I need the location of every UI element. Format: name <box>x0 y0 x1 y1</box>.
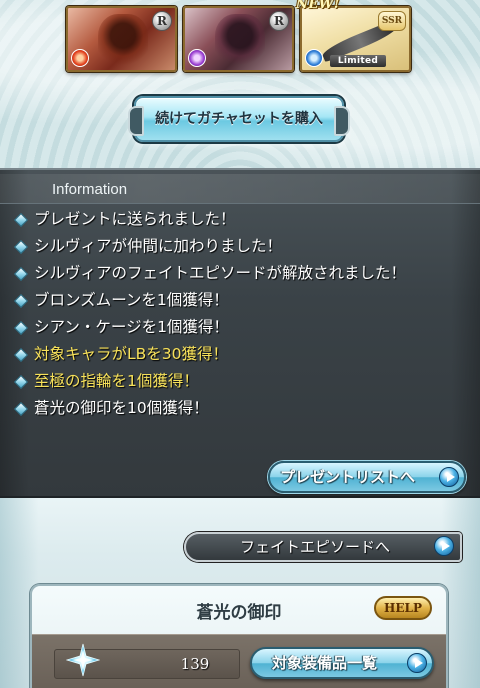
information-panel: Information プレゼントに送られました！ シルヴィアが仲間に加わりまし… <box>0 168 480 498</box>
play-arrow-icon <box>439 467 459 487</box>
info-message: シルヴィアのフェイトエピソードが解放されました！ <box>13 260 454 287</box>
water-element-icon <box>305 49 323 67</box>
info-message-highlight: 対象キャラがLBを30獲得！ <box>13 341 454 368</box>
info-message: 蒼光の御印を10個獲得！ <box>13 395 454 422</box>
play-arrow-icon <box>407 653 427 673</box>
fire-element-icon <box>71 49 89 67</box>
play-arrow-icon <box>434 536 454 556</box>
target-equipment-list-label: 対象装備品一覧 <box>272 654 378 672</box>
info-message-text: 至極の指輪を1個獲得！ <box>34 372 199 390</box>
gacha-card[interactable]: R <box>66 6 177 72</box>
target-equipment-list-button[interactable]: 対象装備品一覧 <box>250 647 434 679</box>
help-button[interactable]: HELP <box>374 596 432 620</box>
diamond-bullet-icon <box>13 401 29 417</box>
info-message-text: シアン・ケージを1個獲得！ <box>34 318 229 336</box>
info-message-text: 蒼光の御印を10個獲得！ <box>34 399 209 417</box>
diamond-bullet-icon <box>13 239 29 255</box>
information-title: Information <box>52 181 128 198</box>
character-art <box>215 14 265 68</box>
fate-episode-label: フェイトエピソードへ <box>240 538 391 556</box>
info-message: プレゼントに送られました！ <box>13 206 454 233</box>
info-message: シアン・ケージを1個獲得！ <box>13 314 454 341</box>
diamond-bullet-icon <box>13 347 29 363</box>
diamond-bullet-icon <box>13 266 29 282</box>
information-header: Information <box>0 174 480 204</box>
limited-badge: Limited <box>330 55 386 67</box>
rarity-badge: R <box>152 11 172 31</box>
info-message-text: シルヴィアが仲間に加わりました！ <box>34 237 283 255</box>
info-message: シルヴィアが仲間に加わりました！ <box>13 233 454 260</box>
rarity-badge: SSR <box>378 11 406 31</box>
gacha-card[interactable]: R <box>183 6 294 72</box>
diamond-bullet-icon <box>13 320 29 336</box>
info-message-text: 対象キャラがLBを30獲得！ <box>34 345 228 363</box>
fate-episode-button[interactable]: フェイトエピソードへ <box>184 532 462 562</box>
info-message-text: ブロンズムーンを1個獲得！ <box>34 291 229 309</box>
info-message-highlight: 至極の指輪を1個獲得！ <box>13 368 454 395</box>
info-message-text: プレゼントに送られました！ <box>34 210 236 228</box>
diamond-bullet-icon <box>13 293 29 309</box>
present-list-button[interactable]: プレゼントリストへ <box>268 461 466 493</box>
info-message: ブロンズムーンを1個獲得！ <box>13 287 454 314</box>
new-badge: NEW! <box>296 0 341 12</box>
gacha-card-row: R R SSR Limited <box>66 6 416 72</box>
info-message-text: シルヴィアのフェイトエピソードが解放されました！ <box>34 264 407 282</box>
present-list-label: プレゼントリストへ <box>280 468 416 486</box>
seal-panel: 蒼光の御印 HELP 139 対象装備品一覧 <box>30 584 448 688</box>
information-list: プレゼントに送られました！ シルヴィアが仲間に加わりました！ シルヴィアのフェイ… <box>13 206 454 422</box>
rarity-badge: R <box>269 11 289 31</box>
character-art <box>98 14 148 68</box>
dark-element-icon <box>188 49 206 67</box>
lower-area: フェイトエピソードへ 蒼光の御印 HELP 139 対象装備品一覧 <box>0 498 480 688</box>
diamond-bullet-icon <box>13 212 29 228</box>
buy-gacha-set-button[interactable]: 続けてガチャセットを購入 <box>128 96 350 142</box>
gacha-result-area: R R SSR Limited NEW! 続けてガチャセットを購入 <box>0 0 480 168</box>
diamond-bullet-icon <box>13 374 29 390</box>
gacha-card[interactable]: SSR Limited <box>300 6 411 72</box>
seal-count-row: 139 対象装備品一覧 <box>32 634 446 688</box>
seal-star-icon <box>66 643 100 677</box>
seal-count: 139 <box>180 655 210 673</box>
